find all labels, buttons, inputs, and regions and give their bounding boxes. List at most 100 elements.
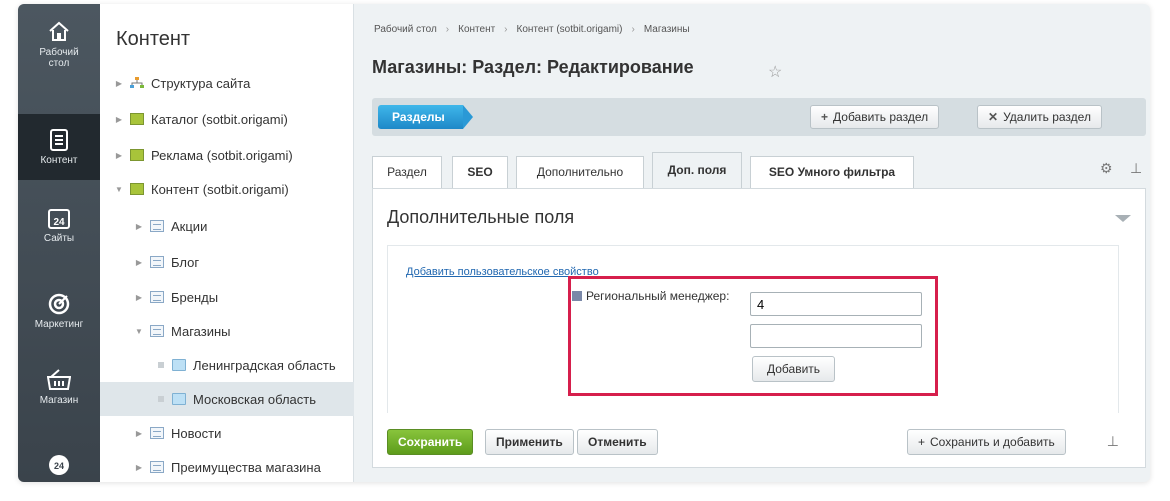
breadcrumb-separator-icon: › [631,24,635,35]
main-area: Рабочий стол › Контент › Контент (sotbit.ori… [354,4,1150,482]
save-button[interactable]: Сохранить [387,429,474,455]
tree-item-label: Блог [171,254,200,270]
tree-item-label: Каталог (sotbit.origami) [151,111,288,127]
rail-desktop[interactable]: Рабочий стол [18,12,100,78]
left-rail: Рабочий стол Контент 24 Сайты Маркетинг М… [18,4,100,482]
pin-icon[interactable]: ⊥ [1107,433,1119,450]
tab-smart-filter-seo[interactable]: SEO Умного фильтра [750,156,914,188]
cancel-button[interactable]: Отменить [577,429,658,455]
tab-section[interactable]: Раздел [372,156,442,188]
tree-item-label: Бренды [171,289,219,305]
calendar-icon: 24 [48,208,70,229]
regional-manager-input-2[interactable] [750,324,922,348]
rail-label: Рабочий стол [39,47,79,69]
collapse-arrow-icon[interactable]: ▼ [134,327,144,336]
tree-item-label: Контент (sotbit.origami) [151,181,289,197]
breadcrumb-separator-icon: › [445,24,450,35]
list-icon [150,325,164,337]
content-tree-panel: Контент ▶ Структура сайта ▶ Каталог (sot… [100,4,354,482]
rail-label: Контент [40,154,78,166]
tree-item-label: Акции [171,218,208,234]
breadcrumb-separator-icon: › [504,24,508,35]
rail-content[interactable]: Контент [18,114,100,180]
tree-item-blog[interactable]: ▶ Блог [100,245,354,279]
rail-sites[interactable]: 24 Сайты [18,192,100,258]
bitrix24-icon: 24 [49,455,69,475]
collapse-arrow-icon[interactable] [1115,215,1131,222]
tree-item-site-structure[interactable]: ▶ Структура сайта [100,66,354,100]
page-title: Магазины: Раздел: Редактирование [372,57,694,77]
expand-arrow-icon[interactable]: ▶ [114,79,124,88]
expand-arrow-icon[interactable]: ▶ [114,115,124,124]
tab-extra-fields[interactable]: Доп. поля [652,152,742,188]
delete-section-button[interactable]: ✕ Удалить раздел [977,105,1102,129]
expand-arrow-icon[interactable]: ▶ [134,293,144,302]
save-and-add-label: Сохранить и добавить [930,435,1055,449]
tree-item-brands[interactable]: ▶ Бренды [100,280,354,314]
tree-title: Контент [116,28,191,50]
extra-fields-area: Добавить пользовательское свойство Регио… [387,245,1119,413]
list-icon [150,220,164,232]
tab-bar: Раздел SEO Дополнительно Доп. поля SEO У… [372,152,1146,188]
rail-bitrix24[interactable]: 24 [18,432,100,482]
tree-item-news[interactable]: ▶ Новости [100,416,354,450]
add-section-button[interactable]: + Добавить раздел [810,105,940,129]
collapse-arrow-icon[interactable]: ▼ [114,185,124,194]
tree-item-promotions[interactable]: ▶ Акции [100,209,354,243]
catalog-icon [130,113,144,125]
svg-text:24: 24 [54,461,64,471]
rail-label: Сайты [43,232,75,244]
target-icon [48,293,70,314]
add-value-button[interactable]: Добавить [752,356,836,382]
delete-section-label: Удалить раздел [1003,110,1091,124]
tree-item-leningrad-region[interactable]: Ленинградская область [100,348,354,382]
bullet-icon [158,362,164,368]
rail-label: Маркетинг [34,318,84,330]
expand-arrow-icon[interactable]: ▶ [134,429,144,438]
star-icon[interactable]: ☆ [768,62,782,82]
form-footer: Сохранить Применить Отменить + Сохранить … [387,429,1119,459]
breadcrumb-item[interactable]: Контент [458,24,495,35]
rail-shop[interactable]: Магазин [18,354,100,420]
expand-arrow-icon[interactable]: ▶ [134,463,144,472]
breadcrumb-item[interactable]: Магазины [644,24,690,35]
expand-arrow-icon[interactable]: ▶ [114,151,124,160]
sections-button[interactable]: Разделы [378,105,473,129]
save-and-add-button[interactable]: + Сохранить и добавить [907,429,1066,455]
list-icon [150,256,164,268]
home-icon [49,21,69,41]
cart-icon [47,368,71,390]
bullet-icon [158,396,164,402]
svg-text:24: 24 [53,217,65,228]
breadcrumb: Рабочий стол › Контент › Контент (sotbit.ori… [374,24,690,35]
catalog-icon [130,183,144,195]
tree-item-shop-advantages[interactable]: ▶ Преимущества магазина [100,450,354,482]
section-title: Дополнительные поля [387,207,575,227]
tree-item-moscow-region[interactable]: Московская область [100,382,354,416]
tree-item-content[interactable]: ▼ Контент (sotbit.origami) [100,172,354,206]
rail-label: Магазин [39,394,79,406]
rail-marketing[interactable]: Маркетинг [18,278,100,344]
tab-seo[interactable]: SEO [452,156,508,188]
tree-item-ads[interactable]: ▶ Реклама (sotbit.origami) [100,138,354,172]
gear-icon[interactable]: ⚙ [1100,160,1113,177]
tree-item-shops[interactable]: ▼ Магазины [100,314,354,348]
breadcrumb-item[interactable]: Контент (sotbit.origami) [517,24,623,35]
folder-icon [172,359,186,371]
tree-item-label: Магазины [171,323,231,339]
help-icon[interactable] [572,291,582,301]
regional-manager-input-1[interactable] [750,292,922,316]
list-icon [150,427,164,439]
expand-arrow-icon[interactable]: ▶ [134,258,144,267]
plus-icon: + [918,435,926,449]
expand-arrow-icon[interactable]: ▶ [134,222,144,231]
tree-item-label: Ленинградская область [193,357,336,373]
tree-item-catalog[interactable]: ▶ Каталог (sotbit.origami) [100,102,354,136]
pin-icon[interactable]: ⊥ [1130,160,1142,177]
close-icon: ✕ [988,110,999,124]
tab-additional[interactable]: Дополнительно [516,156,644,188]
breadcrumb-item[interactable]: Рабочий стол [374,24,437,35]
tree-item-label: Реклама (sotbit.origami) [151,147,293,163]
apply-button[interactable]: Применить [485,429,574,455]
sitemap-icon [130,77,144,88]
